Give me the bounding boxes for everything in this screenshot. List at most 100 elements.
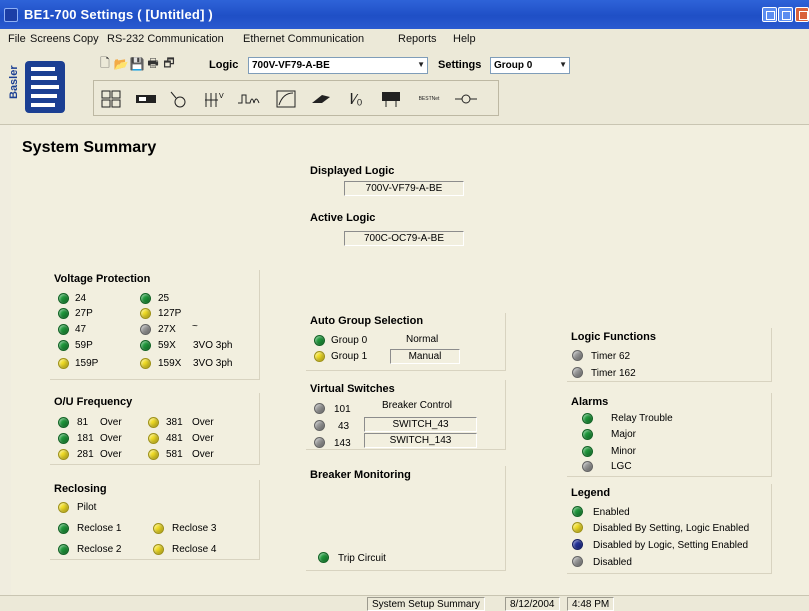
timer-label: Timer 162 xyxy=(591,368,636,379)
vp-item-label: 24 xyxy=(75,293,87,304)
switch-label: 43 xyxy=(338,421,350,432)
freq-item-extra: Over xyxy=(100,449,122,460)
auto-group-title: Auto Group Selection xyxy=(310,315,424,327)
basler-logo: Basler xyxy=(8,61,65,113)
reclosing-group: Reclosing Pilot Reclose 1 Reclose 3 Recl… xyxy=(50,480,260,560)
group-label: Group 1 xyxy=(331,351,368,362)
legend-label: Enabled xyxy=(593,507,630,518)
settings-select[interactable]: Group 0 ▼ xyxy=(490,57,570,74)
io-icon[interactable]: Ⅰ⁄₀ xyxy=(344,88,368,110)
alarms-group: Alarms Relay Trouble Major Minor LGC xyxy=(567,393,772,477)
open-folder-icon[interactable]: 📂 xyxy=(113,56,129,72)
legend-led xyxy=(572,556,583,567)
alarm-label: Major xyxy=(611,429,637,440)
status-led xyxy=(58,449,69,460)
menu-bar: File Screens Copy RS-232 Communication E… xyxy=(0,29,809,49)
voltage-protection-group: Voltage Protection 24 25 27P 127P 47 27X… xyxy=(50,270,260,380)
group-value: Normal xyxy=(406,334,439,345)
menu-file[interactable]: File xyxy=(8,33,26,45)
reclose-item-label: Reclose 2 xyxy=(77,544,122,555)
vp-item-label: 27X xyxy=(158,324,176,335)
status-led xyxy=(58,544,69,555)
chevron-down-icon: ▼ xyxy=(417,60,425,69)
status-led xyxy=(58,358,69,369)
status-date: 8/12/2004 xyxy=(505,597,560,611)
displayed-logic-field: 700V-VF79-A-BE xyxy=(344,181,464,196)
status-led xyxy=(140,293,151,304)
menu-reports[interactable]: Reports xyxy=(398,33,437,45)
status-led xyxy=(572,367,583,378)
vp-item-extra: ~ xyxy=(192,321,198,332)
legend-label: Disabled by Logic, Setting Enabled xyxy=(593,540,749,551)
menu-rs232[interactable]: RS-232 Communication xyxy=(107,33,224,45)
breaker-monitoring-title: Breaker Monitoring xyxy=(310,469,411,481)
tool-icon[interactable] xyxy=(309,88,333,110)
status-bar: System Setup Summary 8/12/2004 4:48 PM xyxy=(0,595,809,611)
curve-icon[interactable] xyxy=(274,88,298,110)
trip-circuit-label: Trip Circuit xyxy=(338,553,386,564)
timer-label: Timer 62 xyxy=(591,351,631,362)
reclose-item-label: Reclose 3 xyxy=(172,523,217,534)
freq-item-label: 381 xyxy=(166,417,183,428)
switch-led[interactable] xyxy=(314,420,325,431)
voltage-icon[interactable]: V xyxy=(202,88,226,110)
reclose-item-label: Reclose 4 xyxy=(172,544,217,555)
menu-ethernet[interactable]: Ethernet Communication xyxy=(243,33,364,45)
status-led xyxy=(314,335,325,346)
legend-label: Disabled xyxy=(593,557,632,568)
vp-item-label: 25 xyxy=(158,293,170,304)
logic-label: Logic xyxy=(209,59,239,71)
alarms-title: Alarms xyxy=(571,396,609,408)
freq-item-extra: Over xyxy=(100,417,122,428)
status-led xyxy=(140,324,151,335)
freq-item-extra: Over xyxy=(192,433,214,444)
print-icon[interactable]: 🖶 xyxy=(145,56,161,72)
new-file-icon[interactable]: 🗋 xyxy=(97,56,113,72)
breaker-monitoring-group: Breaker Monitoring Trip Circuit xyxy=(306,466,506,571)
grid-settings-icon[interactable] xyxy=(99,88,123,110)
alarm-label: LGC xyxy=(611,461,632,472)
freq-item-label: 81 xyxy=(77,417,89,428)
status-led xyxy=(148,433,159,444)
properties-icon[interactable]: 🗗 xyxy=(161,56,177,72)
settings-label: Settings xyxy=(438,59,482,71)
toolbar: Basler 🗋 📂 💾 🖶 🗗 Logic 700V-VF79-A-BE ▼ … xyxy=(0,49,809,125)
bestnet-icon[interactable]: BESTNet xyxy=(414,88,444,110)
logic-functions-title: Logic Functions xyxy=(571,331,656,343)
ou-frequency-group: O/U Frequency 81 Over 381 Over 181 Over … xyxy=(50,393,260,465)
connect-icon[interactable] xyxy=(454,88,478,110)
auto-group-group: Auto Group Selection Group 0 Normal Grou… xyxy=(306,313,506,371)
freq-item-extra: Over xyxy=(100,433,122,444)
freq-item-label: 281 xyxy=(77,449,94,460)
save-icon[interactable]: 💾 xyxy=(129,56,145,72)
freq-item-label: 581 xyxy=(166,449,183,460)
group-value-field: Manual xyxy=(390,349,460,364)
close-button[interactable] xyxy=(795,7,809,22)
switch-led[interactable] xyxy=(314,403,325,414)
logic-select[interactable]: 700V-VF79-A-BE ▼ xyxy=(248,57,428,74)
vp-item-label: 59P xyxy=(75,340,93,351)
breaker-icon[interactable] xyxy=(134,88,158,110)
menu-help[interactable]: Help xyxy=(453,33,476,45)
switch-led[interactable] xyxy=(314,437,325,448)
logo-text: Basler xyxy=(8,65,20,99)
menu-copy[interactable]: Copy xyxy=(73,33,99,45)
reclose-icon[interactable] xyxy=(166,88,190,110)
legend-group: Legend Enabled Disabled By Setting, Logi… xyxy=(567,484,772,574)
ou-frequency-title: O/U Frequency xyxy=(54,396,133,408)
waveform-icon[interactable] xyxy=(237,88,261,110)
vp-item-label: 159P xyxy=(75,358,99,369)
window-title: BE1-700 Settings ( [Untitled] ) xyxy=(24,7,213,22)
status-led xyxy=(153,523,164,534)
menu-screens[interactable]: Screens xyxy=(30,33,70,45)
settings-select-value: Group 0 xyxy=(494,60,533,71)
contact-icon[interactable] xyxy=(379,88,403,110)
maximize-button[interactable] xyxy=(778,7,793,22)
virtual-switches-title: Virtual Switches xyxy=(310,383,395,395)
switch-name-field: SWITCH_43 xyxy=(364,417,477,432)
alarm-label: Minor xyxy=(611,446,637,457)
minimize-button[interactable] xyxy=(762,7,777,22)
active-logic-field: 700C-OC79-A-BE xyxy=(344,231,464,246)
logic-functions-group: Logic Functions Timer 62 Timer 162 xyxy=(567,328,772,382)
chevron-down-icon: ▼ xyxy=(559,60,567,69)
